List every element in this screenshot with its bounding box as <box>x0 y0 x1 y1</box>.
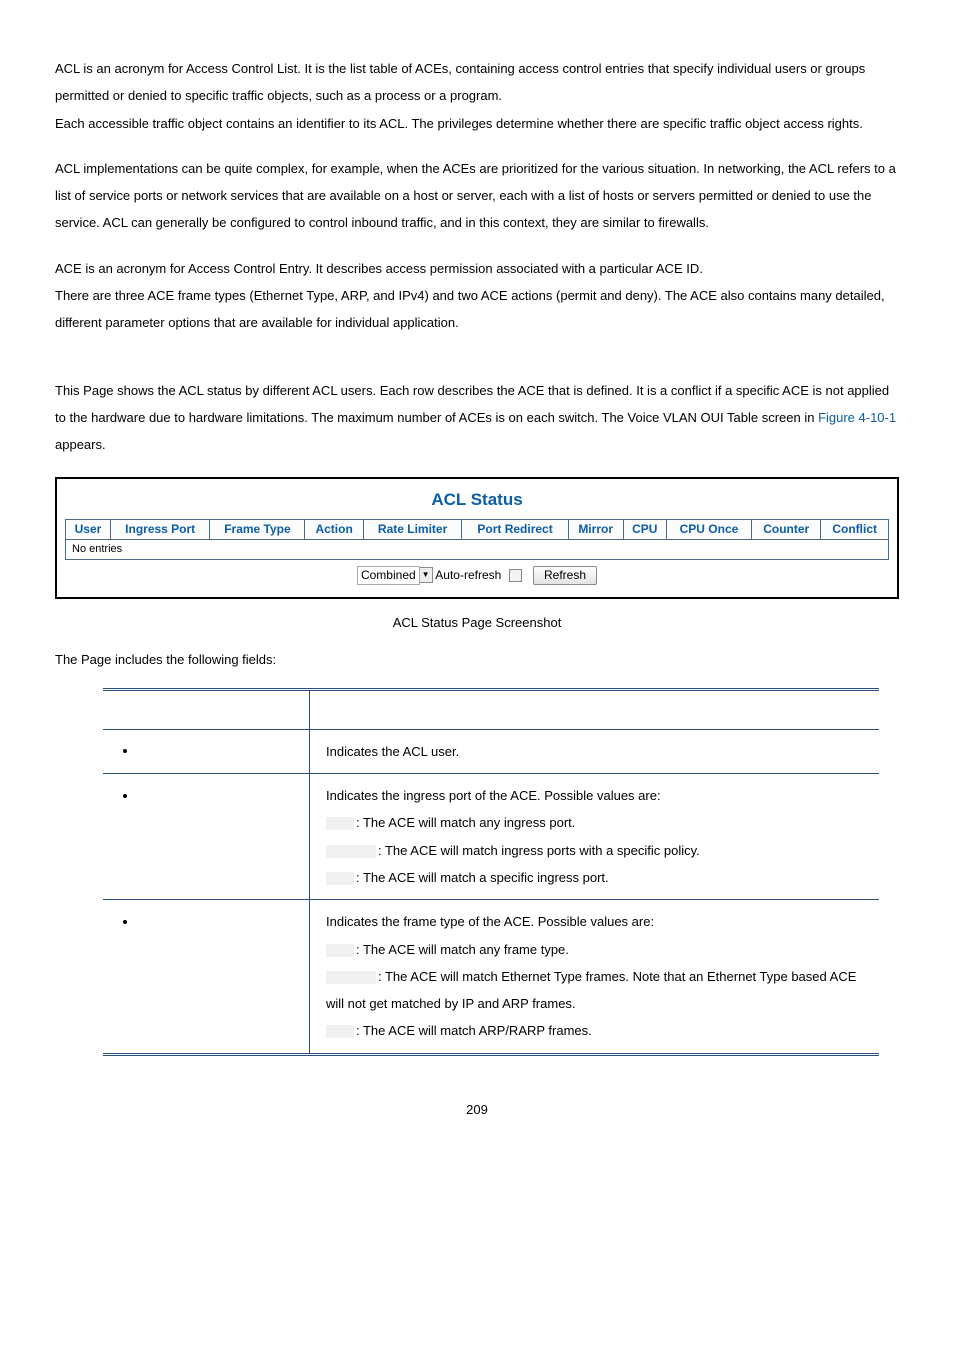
bullet-icon <box>123 749 127 753</box>
fields-lead: The Page includes the following fields: <box>55 646 899 673</box>
user-select[interactable]: Combined <box>357 566 420 586</box>
refresh-button[interactable]: Refresh <box>533 566 597 586</box>
value-placeholder-icon <box>326 845 376 858</box>
col-action: Action <box>305 519 363 540</box>
paragraph-acl-complex: ACL implementations can be quite complex… <box>55 155 899 237</box>
value-placeholder-icon <box>326 817 354 830</box>
col-counter: Counter <box>752 519 821 540</box>
page-number: 209 <box>55 1096 899 1123</box>
col-cpu: CPU <box>623 519 666 540</box>
col-user: User <box>66 519 111 540</box>
value-placeholder-icon <box>326 872 354 885</box>
acl-status-screenshot: ACL Status User Ingress Port Frame Type … <box>55 477 899 600</box>
col-frame-type: Frame Type <box>210 519 305 540</box>
screenshot-title: ACL Status <box>65 489 889 511</box>
col-ingress-port: Ingress Port <box>110 519 210 540</box>
col-port-redirect: Port Redirect <box>462 519 568 540</box>
bullet-icon <box>123 794 127 798</box>
table-header-row: User Ingress Port Frame Type Action Rate… <box>66 519 889 540</box>
value-placeholder-icon <box>326 944 354 957</box>
paragraph-acl-intro: ACL is an acronym for Access Control Lis… <box>55 55 899 137</box>
table-row: Indicates the ACL user. <box>103 729 879 773</box>
col-mirror: Mirror <box>568 519 623 540</box>
table-row: Indicates the ingress port of the ACE. P… <box>103 774 879 900</box>
field-ingress-desc: Indicates the ingress port of the ACE. P… <box>310 774 880 900</box>
paragraph-ace: ACE is an acronym for Access Control Ent… <box>55 255 899 337</box>
table-row: No entries <box>66 540 889 559</box>
acl-status-table: User Ingress Port Frame Type Action Rate… <box>65 519 889 560</box>
bullet-icon <box>123 920 127 924</box>
field-user-label <box>103 729 310 773</box>
figure-caption: ACL Status Page Screenshot <box>55 609 899 636</box>
auto-refresh-label: Auto-refresh <box>435 568 501 582</box>
no-entries-cell: No entries <box>66 540 889 559</box>
chevron-down-icon[interactable]: ▼ <box>420 567 433 583</box>
fields-header-row <box>103 689 879 729</box>
table-row: Indicates the frame type of the ACE. Pos… <box>103 900 879 1054</box>
fields-table: Indicates the ACL user. Indicates the in… <box>103 688 879 1056</box>
field-user-desc: Indicates the ACL user. <box>310 729 880 773</box>
auto-refresh-checkbox[interactable] <box>509 569 522 582</box>
field-frame-desc: Indicates the frame type of the ACE. Pos… <box>310 900 880 1054</box>
col-cpu-once: CPU Once <box>666 519 751 540</box>
screenshot-controls: Combined▼ Auto-refresh Refresh <box>65 566 889 586</box>
value-placeholder-icon <box>326 971 376 984</box>
paragraph-page-intro: This Page shows the ACL status by differ… <box>55 377 899 459</box>
col-conflict: Conflict <box>821 519 889 540</box>
field-ingress-label <box>103 774 310 900</box>
value-placeholder-icon <box>326 1025 354 1038</box>
figure-reference: Figure 4-10-1 <box>818 410 896 425</box>
col-rate-limiter: Rate Limiter <box>363 519 462 540</box>
field-frame-label <box>103 900 310 1054</box>
